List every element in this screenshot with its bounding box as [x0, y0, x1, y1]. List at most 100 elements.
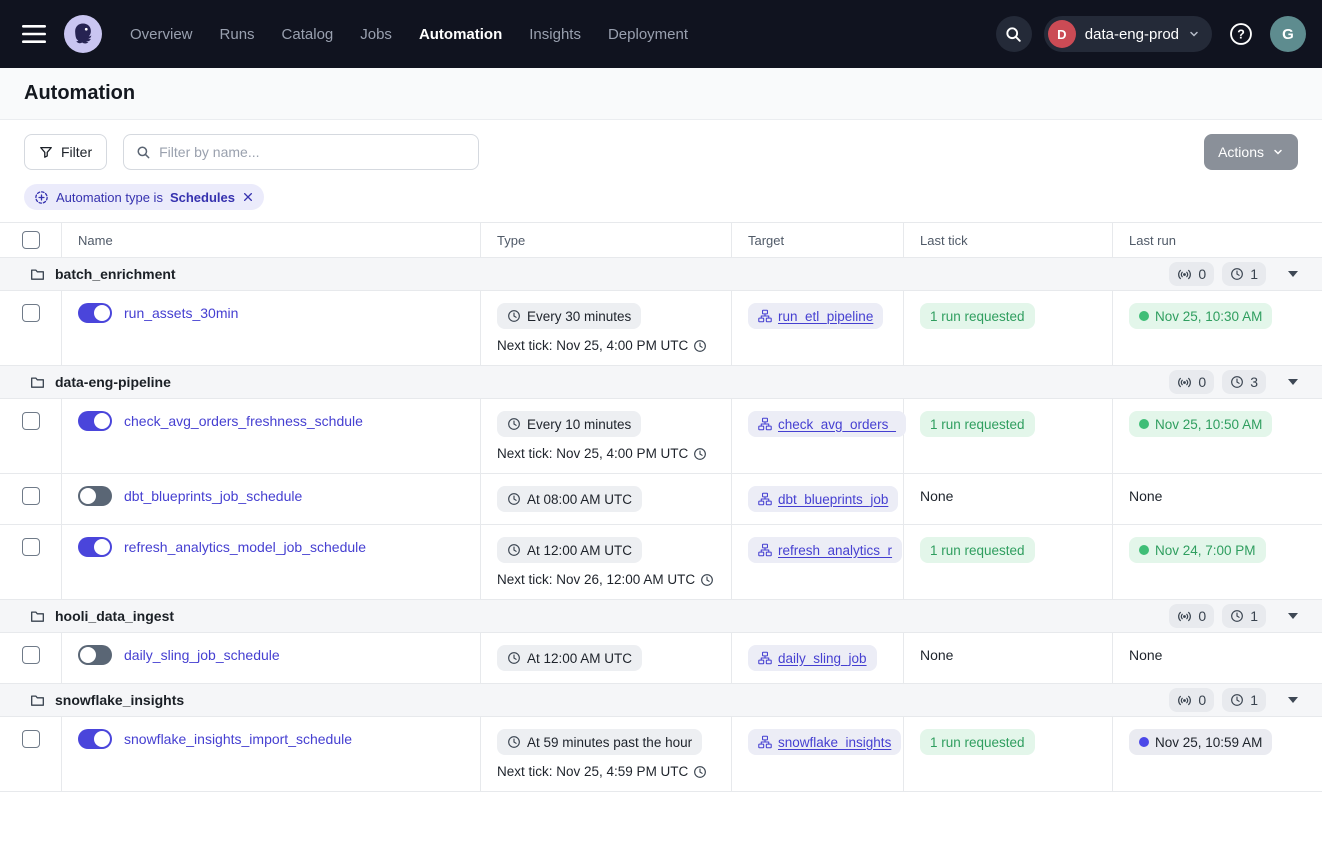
schedule-toggle[interactable]	[78, 537, 112, 557]
row-checkbox[interactable]	[22, 730, 40, 748]
toggle-knob	[94, 413, 110, 429]
column-header-last-run: Last run	[1113, 223, 1322, 257]
automation-row: refresh_analytics_model_job_scheduleAt 1…	[0, 525, 1322, 600]
row-checkbox[interactable]	[22, 646, 40, 664]
deployment-switcher[interactable]: D data-eng-prod	[1044, 16, 1212, 52]
target-chip[interactable]: check_avg_orders_	[748, 411, 906, 437]
help-icon: ?	[1228, 21, 1254, 47]
nav-runs[interactable]: Runs	[220, 26, 255, 43]
target-chip[interactable]: daily_sling_job	[748, 645, 877, 671]
last-tick-cell: None	[904, 633, 1113, 683]
clock-icon	[693, 339, 707, 353]
repo-group-row[interactable]: hooli_data_ingest01	[0, 600, 1322, 633]
name-filter-box	[123, 134, 479, 170]
nav-catalog[interactable]: Catalog	[282, 26, 334, 43]
job-graph-icon	[758, 309, 772, 323]
row-checkbox[interactable]	[22, 538, 40, 556]
select-all-checkbox[interactable]	[22, 231, 40, 249]
row-checkbox[interactable]	[22, 412, 40, 430]
toggle-knob	[80, 647, 96, 663]
last-run-cell: Nov 25, 10:50 AM	[1113, 399, 1322, 473]
collapse-chevron-icon[interactable]	[1288, 697, 1298, 703]
repo-group-row[interactable]: snowflake_insights01	[0, 684, 1322, 717]
target-chip[interactable]: snowflake_insights	[748, 729, 901, 755]
close-icon[interactable]	[242, 191, 254, 203]
row-checkbox-cell	[0, 474, 62, 524]
row-checkbox[interactable]	[22, 304, 40, 322]
sensor-count: 0	[1198, 374, 1206, 390]
name-cell: daily_sling_job_schedule	[62, 633, 481, 683]
user-avatar[interactable]: G	[1270, 16, 1306, 52]
schedule-toggle[interactable]	[78, 411, 112, 431]
target-name: daily_sling_job	[778, 651, 867, 666]
job-graph-icon	[758, 651, 772, 665]
dagster-logo[interactable]	[64, 15, 102, 53]
header-checkbox-cell	[0, 223, 62, 257]
automation-row: check_avg_orders_freshness_schduleEvery …	[0, 399, 1322, 474]
automation-row: dbt_blueprints_job_schedule At 08:00 AM U…	[0, 474, 1322, 525]
schedule-toggle[interactable]	[78, 486, 112, 506]
last-run-link[interactable]: Nov 25, 10:30 AM	[1129, 303, 1272, 329]
last-run-link[interactable]: Nov 24, 7:00 PM	[1129, 537, 1266, 563]
type-cell: At 08:00 AM UTC	[481, 474, 732, 524]
automations-table: Name Type Target Last tick Last run batc…	[0, 223, 1322, 792]
row-checkbox-cell	[0, 399, 62, 473]
automation-name-link[interactable]: dbt_blueprints_job_schedule	[124, 488, 302, 504]
target-chip[interactable]: dbt_blueprints_job	[748, 486, 898, 512]
last-tick-cell: 1 run requested	[904, 291, 1113, 365]
filter-chip-automation-type[interactable]: Automation type is Schedules	[24, 184, 264, 210]
row-checkbox-cell	[0, 291, 62, 365]
collapse-chevron-icon[interactable]	[1288, 379, 1298, 385]
hamburger-menu-button[interactable]	[16, 19, 52, 49]
clock-icon	[507, 492, 521, 506]
folder-icon	[30, 609, 45, 624]
name-filter-input[interactable]	[159, 144, 466, 160]
schedule-toggle[interactable]	[78, 729, 112, 749]
folder-icon	[30, 375, 45, 390]
automation-name-link[interactable]: refresh_analytics_model_job_schedule	[124, 539, 366, 555]
nav-overview[interactable]: Overview	[130, 26, 193, 43]
job-graph-icon	[758, 492, 772, 506]
help-button[interactable]: ?	[1224, 17, 1258, 51]
target-chip[interactable]: run_etl_pipeline	[748, 303, 883, 329]
actions-button[interactable]: Actions	[1204, 134, 1298, 170]
active-filters-row: Automation type is Schedules	[0, 178, 1322, 223]
collapse-chevron-icon[interactable]	[1288, 613, 1298, 619]
nav-insights[interactable]: Insights	[529, 26, 581, 43]
row-checkbox[interactable]	[22, 487, 40, 505]
repo-group-row[interactable]: data-eng-pipeline 03	[0, 366, 1322, 399]
schedule-toggle[interactable]	[78, 645, 112, 665]
nav-automation[interactable]: Automation	[419, 26, 502, 43]
last-run-link[interactable]: Nov 25, 10:50 AM	[1129, 411, 1272, 437]
automation-name-link[interactable]: check_avg_orders_freshness_schdule	[124, 413, 363, 429]
automation-row: snowflake_insights_import_scheduleAt 59 …	[0, 717, 1322, 792]
toggle-knob	[80, 488, 96, 504]
automation-name-link[interactable]: daily_sling_job_schedule	[124, 647, 280, 663]
last-run-none: None	[1129, 645, 1162, 663]
repo-group-row[interactable]: batch_enrichment01	[0, 258, 1322, 291]
job-graph-icon	[758, 543, 772, 557]
automation-name-link[interactable]: run_assets_30min	[124, 305, 238, 321]
actions-button-label: Actions	[1218, 144, 1264, 160]
group-counts: 01	[1169, 262, 1298, 286]
type-cell: At 12:00 AM UTC	[481, 633, 732, 683]
clock-icon	[1230, 267, 1244, 281]
sensor-count-badge: 0	[1169, 604, 1214, 628]
search-button[interactable]	[996, 16, 1032, 52]
clock-icon	[693, 765, 707, 779]
collapse-chevron-icon[interactable]	[1288, 271, 1298, 277]
schedule-count-badge: 3	[1222, 370, 1266, 394]
schedule-toggle[interactable]	[78, 303, 112, 323]
topbar-right: D data-eng-prod ? G	[996, 16, 1306, 52]
filter-button[interactable]: Filter	[24, 134, 107, 170]
last-tick-status-chip: 1 run requested	[920, 537, 1035, 563]
last-run-link[interactable]: Nov 25, 10:59 AM	[1129, 729, 1272, 755]
target-chip[interactable]: refresh_analytics_r	[748, 537, 902, 563]
automation-name-link[interactable]: snowflake_insights_import_schedule	[124, 731, 352, 747]
deployment-name: data-eng-prod	[1085, 26, 1179, 43]
nav-jobs[interactable]: Jobs	[360, 26, 392, 43]
nav-deployment[interactable]: Deployment	[608, 26, 688, 43]
repo-group-name: data-eng-pipeline	[55, 374, 171, 390]
group-counts: 01	[1169, 688, 1298, 712]
chevron-down-icon	[1272, 146, 1284, 158]
